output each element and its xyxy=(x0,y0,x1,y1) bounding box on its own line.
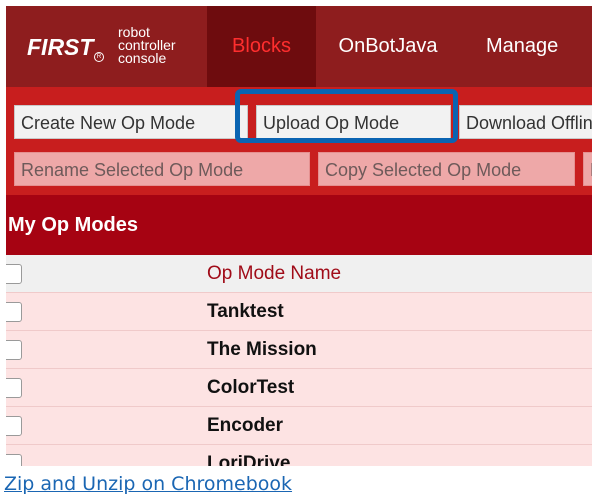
op-mode-name-link[interactable]: Tanktest xyxy=(207,293,284,331)
row-checkbox[interactable] xyxy=(6,378,22,398)
table-row: LoriDrive xyxy=(6,445,592,466)
tab-blocks[interactable]: Blocks xyxy=(207,6,316,87)
tab-manage[interactable]: Manage xyxy=(486,6,592,87)
column-header-op-mode-name[interactable]: Op Mode Name xyxy=(207,255,341,293)
upload-op-mode-button[interactable]: Upload Op Mode xyxy=(256,105,451,139)
download-selected-op-modes-button[interactable]: Download Selected Op Modes xyxy=(583,152,592,186)
op-mode-name-link[interactable]: ColorTest xyxy=(207,369,294,407)
row-checkbox[interactable] xyxy=(6,340,22,360)
zip-unzip-chromebook-link[interactable]: Zip and Unzip on Chromebook xyxy=(4,473,292,495)
table-header-row: Op Mode Name xyxy=(6,255,592,293)
op-mode-name-link[interactable]: The Mission xyxy=(207,331,317,369)
op-mode-name-link[interactable]: Encoder xyxy=(207,407,283,445)
table-row: Encoder xyxy=(6,407,592,445)
row-checkbox[interactable] xyxy=(6,302,22,322)
first-wordmark: FIRST xyxy=(27,34,94,60)
table-row: ColorTest xyxy=(6,369,592,407)
first-logo[interactable]: FIRST R robot controller console xyxy=(6,6,206,87)
tab-onbotjava[interactable]: OnBotJava xyxy=(318,6,458,87)
my-op-modes-header: My Op Modes xyxy=(6,195,592,255)
table-row: The Mission xyxy=(6,331,592,369)
select-all-checkbox[interactable] xyxy=(6,264,22,284)
section-title: My Op Modes xyxy=(8,214,139,236)
create-new-op-mode-button[interactable]: Create New Op Mode xyxy=(14,105,248,139)
row-checkbox[interactable] xyxy=(6,416,22,436)
download-offline-editor-button[interactable]: Download Offline Blocks Editor xyxy=(459,105,592,139)
table-row: Tanktest xyxy=(6,293,592,331)
rename-selected-op-mode-button[interactable]: Rename Selected Op Mode xyxy=(14,152,310,186)
row-checkbox[interactable] xyxy=(6,454,22,466)
copy-selected-op-mode-button[interactable]: Copy Selected Op Mode xyxy=(318,152,575,186)
robot-controller-console-screen: FIRST R robot controller console Blocks … xyxy=(6,6,592,466)
registered-mark-icon: R xyxy=(94,52,104,62)
top-navigation-bar: FIRST R robot controller console Blocks … xyxy=(6,6,592,87)
logo-tagline: robot controller console xyxy=(118,24,176,66)
op-mode-name-link[interactable]: LoriDrive xyxy=(207,445,290,466)
